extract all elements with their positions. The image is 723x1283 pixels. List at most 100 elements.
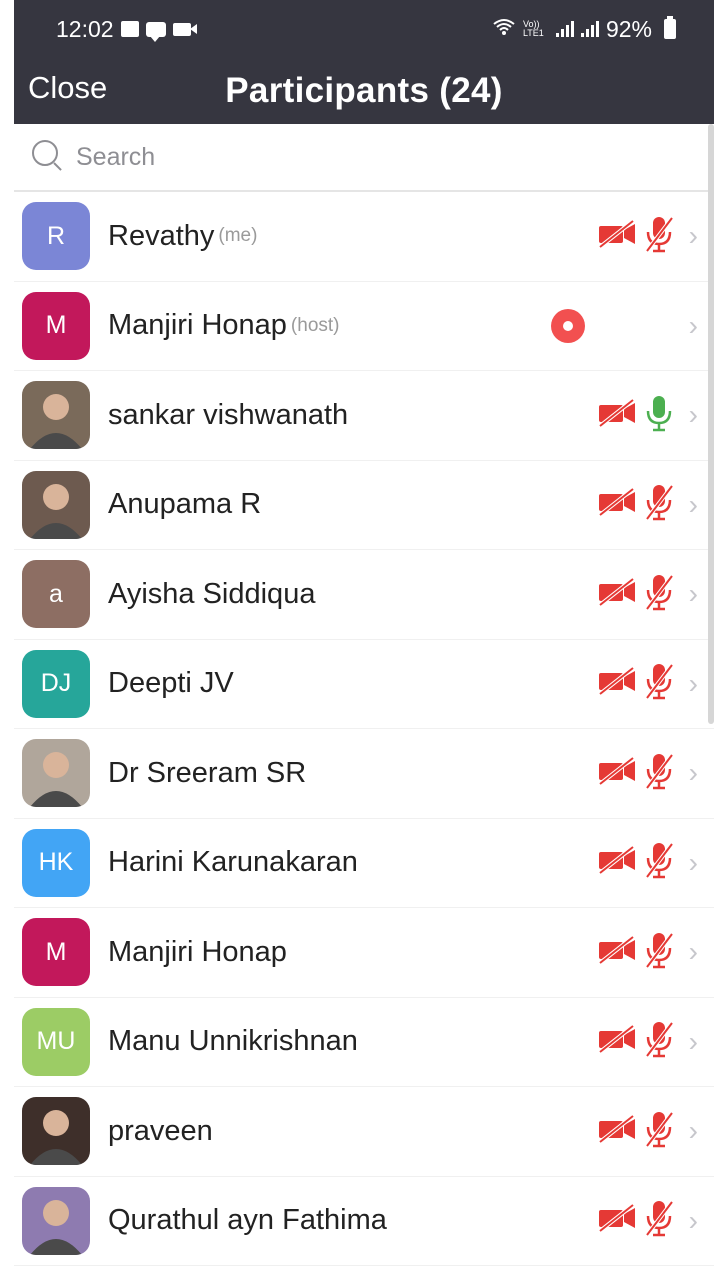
participant-list: R Revathy (me) › M Manjiri Honap (host) › sankar… (14, 192, 714, 1266)
participant-row[interactable]: sankar vishwanath › (14, 371, 714, 461)
chevron-right-icon[interactable]: › (689, 578, 698, 610)
battery-icon (664, 16, 676, 39)
avatar: MU (22, 1007, 90, 1076)
video-off-icon (597, 398, 637, 433)
video-off-icon (597, 1114, 637, 1149)
video-off-icon (597, 1024, 637, 1059)
avatar (22, 739, 90, 808)
participant-name: sankar vishwanath (108, 398, 349, 431)
chevron-right-icon[interactable]: › (689, 399, 698, 431)
avatar: a (22, 560, 90, 629)
participant-status-icons: › (597, 1110, 698, 1153)
participant-name: Harini Karunakaran (108, 846, 358, 879)
microphone-muted-icon (643, 1110, 675, 1153)
status-bar: 12:02 Vo)) LTE1 92% (14, 0, 714, 58)
avatar-initials: HK (38, 848, 74, 877)
message-notification-icon (145, 21, 166, 42)
video-off-icon (597, 845, 637, 880)
avatar-initials: MU (36, 1027, 76, 1056)
participant-name: Dr Sreeram SR (108, 756, 307, 789)
avatar: HK (22, 828, 90, 897)
network-type-label: Vo)) LTE1 (522, 19, 544, 38)
status-time: 12:02 (56, 15, 114, 42)
microphone-muted-icon (643, 931, 675, 974)
participant-name: Revathy (108, 219, 215, 252)
participant-status-icons: › (597, 752, 698, 795)
participant-name: Manu Unnikrishnan (108, 1025, 358, 1058)
participant-row[interactable]: DJ Deepti JV › (14, 640, 714, 729)
photo-avatar-icon (30, 1199, 82, 1255)
photo-avatar-icon (30, 483, 82, 539)
participant-status-icons: › (597, 215, 698, 258)
microphone-muted-icon (643, 752, 675, 795)
participant-row[interactable]: a Ayisha Siddiqua › (14, 550, 714, 640)
chevron-right-icon[interactable]: › (689, 489, 698, 521)
participant-name: Ayisha Siddiqua (108, 577, 316, 610)
signal-1-icon (555, 21, 574, 37)
participant-name: Anupama R (108, 488, 262, 521)
avatar: M (22, 918, 90, 987)
participant-row[interactable]: HK Harini Karunakaran › (14, 819, 714, 908)
battery-percent: 92% (605, 15, 652, 42)
video-off-icon (597, 935, 637, 970)
video-notification-icon (172, 22, 197, 36)
participant-status-icons: › (597, 483, 698, 526)
chevron-right-icon[interactable]: › (689, 1205, 698, 1237)
participant-status-icons: › (597, 1020, 698, 1063)
photo-avatar-icon (30, 394, 82, 450)
participant-name: Manjiri Honap (108, 309, 287, 342)
microphone-muted-icon (643, 841, 675, 884)
photo-avatar-icon (30, 752, 82, 808)
participant-name: praveen (108, 1114, 213, 1147)
microphone-muted-icon (643, 215, 675, 258)
microphone-muted-icon (643, 1020, 675, 1063)
video-off-icon (597, 577, 637, 612)
video-off-icon (597, 219, 637, 254)
chevron-right-icon[interactable]: › (689, 757, 698, 789)
participant-status-icons: › (597, 1199, 698, 1242)
microphone-muted-icon (643, 483, 675, 526)
chevron-right-icon[interactable]: › (689, 310, 698, 342)
participant-name: Deepti JV (108, 667, 234, 700)
close-button[interactable]: Close (28, 70, 107, 106)
chevron-right-icon[interactable]: › (689, 847, 698, 879)
scrollbar[interactable] (708, 124, 714, 724)
participant-status-icons: › (597, 841, 698, 884)
participant-name: Manjiri Honap (108, 935, 287, 968)
participant-row[interactable]: R Revathy (me) › (14, 192, 714, 282)
avatar: R (22, 202, 90, 271)
search-input[interactable] (74, 141, 578, 173)
participant-row[interactable]: M Manjiri Honap (host) › (14, 282, 714, 371)
video-off-icon (597, 1203, 637, 1238)
chevron-right-icon[interactable]: › (689, 1026, 698, 1058)
video-off-icon (597, 666, 637, 701)
avatar (22, 1097, 90, 1166)
participant-row[interactable]: praveen › (14, 1087, 714, 1177)
wifi-icon (492, 18, 516, 41)
participant-row[interactable]: MU Manu Unnikrishnan › (14, 998, 714, 1087)
search-bar[interactable] (14, 124, 714, 192)
status-right: Vo)) LTE1 92% (492, 16, 676, 43)
participant-tag: (me) (218, 225, 258, 247)
recording-icon (550, 308, 585, 343)
participant-row[interactable]: Anupama R › (14, 461, 714, 550)
chevron-right-icon[interactable]: › (689, 220, 698, 252)
avatar-initials: a (49, 579, 63, 608)
avatar-initials: M (45, 937, 67, 966)
status-left: 12:02 (56, 16, 197, 43)
avatar (22, 1186, 90, 1255)
chevron-right-icon[interactable]: › (689, 668, 698, 700)
participant-row[interactable]: Qurathul ayn Fathima › (14, 1177, 714, 1266)
avatar-initials: M (45, 311, 67, 340)
microphone-muted-icon (643, 1199, 675, 1242)
participant-status-icons: › (597, 573, 698, 616)
participant-row[interactable]: M Manjiri Honap › (14, 908, 714, 998)
chevron-right-icon[interactable]: › (689, 1115, 698, 1147)
participant-row[interactable]: Dr Sreeram SR › (14, 729, 714, 819)
chevron-right-icon[interactable]: › (689, 936, 698, 968)
signal-2-icon (580, 21, 599, 37)
microphone-muted-icon (643, 573, 675, 616)
participant-status-icons: › (597, 931, 698, 974)
search-icon (32, 140, 66, 174)
participant-name: Qurathul ayn Fathima (108, 1204, 387, 1237)
